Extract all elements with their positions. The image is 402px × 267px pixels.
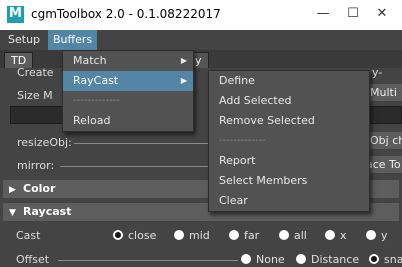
menu-item-label: Remove Selected bbox=[219, 114, 315, 127]
radio-icon bbox=[279, 230, 289, 240]
raycast-submenu: Define Add Selected Remove Selected ----… bbox=[208, 70, 370, 212]
menu-item-label: Define bbox=[219, 74, 255, 87]
radio-label: y bbox=[381, 229, 388, 242]
cast-option-x[interactable]: x bbox=[325, 229, 347, 243]
cast-option-close[interactable]: close bbox=[113, 229, 156, 243]
menu-setup[interactable]: Setup bbox=[3, 30, 45, 50]
radio-icon bbox=[366, 230, 376, 240]
cast-option-far[interactable]: far bbox=[229, 229, 259, 243]
menu-item-label: Clear bbox=[219, 194, 248, 207]
menu-item-reload[interactable]: Reload bbox=[63, 111, 193, 131]
collapse-arrow-icon: ▼ bbox=[9, 208, 16, 218]
menu-item-add-selected[interactable]: Add Selected bbox=[209, 91, 369, 111]
cast-option-mid[interactable]: mid bbox=[174, 229, 210, 243]
radio-label: close bbox=[128, 229, 157, 242]
radio-icon bbox=[296, 254, 306, 264]
menu-item-clear[interactable]: Clear bbox=[209, 191, 369, 211]
menu-item-label: Add Selected bbox=[219, 94, 292, 107]
offset-label: Offset bbox=[16, 253, 50, 266]
menu-item-label: Report bbox=[219, 154, 256, 167]
title-bar: cgmToolbox 2.0 - 0.1.08222017 — ☐ ✕ bbox=[0, 0, 402, 30]
raycast-section-label: Raycast bbox=[23, 205, 72, 218]
create-label: Create bbox=[17, 66, 54, 79]
menu-buffers[interactable]: Buffers bbox=[48, 30, 98, 50]
minimize-button[interactable]: — bbox=[313, 5, 333, 23]
offset-slider[interactable] bbox=[58, 260, 238, 261]
maximize-button[interactable]: ☐ bbox=[343, 5, 363, 23]
radio-selected-icon bbox=[113, 230, 123, 240]
cast-row: Cast close mid far all x y bbox=[0, 229, 402, 243]
radio-selected-icon bbox=[369, 254, 379, 264]
menu-item-raycast[interactable]: RayCast ▶ bbox=[63, 71, 193, 91]
right-field[interactable] bbox=[365, 106, 402, 124]
tab-bar: TD y bbox=[0, 50, 402, 69]
close-button[interactable]: ✕ bbox=[372, 5, 392, 23]
menu-item-label: Reload bbox=[73, 114, 111, 127]
mirror-label: mirror: bbox=[17, 159, 55, 172]
menu-item-define[interactable]: Define bbox=[209, 71, 369, 91]
submenu-arrow-icon: ▶ bbox=[180, 76, 187, 85]
radio-icon bbox=[174, 230, 184, 240]
right-y-label: y- bbox=[372, 66, 383, 79]
expand-arrow-icon: ▶ bbox=[9, 185, 16, 195]
menu-item-match[interactable]: Match ▶ bbox=[63, 51, 193, 71]
menu-item-report[interactable]: Report bbox=[209, 151, 369, 171]
obj-button[interactable]: Obj ch bbox=[366, 132, 402, 149]
radio-label: mid bbox=[189, 229, 210, 242]
color-section-label: Color bbox=[23, 182, 56, 195]
menu-separator: ------------- bbox=[73, 95, 120, 106]
menu-item-remove-selected[interactable]: Remove Selected bbox=[209, 111, 369, 131]
menubar: Setup Buffers bbox=[0, 30, 402, 50]
radio-icon bbox=[241, 254, 251, 264]
radio-label: None bbox=[256, 253, 285, 266]
menu-item-label: RayCast bbox=[73, 74, 119, 87]
menu-item-select-members[interactable]: Select Members bbox=[209, 171, 369, 191]
multi-button[interactable]: Multi bbox=[366, 84, 402, 101]
size-label: Size M bbox=[17, 89, 53, 102]
buffers-menu: Match ▶ RayCast ▶ ------------- Reload bbox=[62, 50, 194, 132]
radio-icon bbox=[229, 230, 239, 240]
radio-label: x bbox=[340, 229, 347, 242]
radio-label: sna bbox=[384, 253, 402, 266]
radio-label: all bbox=[294, 229, 307, 242]
cast-option-y[interactable]: y bbox=[366, 229, 388, 243]
submenu-arrow-icon: ▶ bbox=[180, 56, 187, 65]
cast-option-all[interactable]: all bbox=[279, 229, 307, 243]
menu-separator: ------------- bbox=[219, 135, 266, 146]
resize-obj-label: resizeObj: bbox=[17, 136, 72, 149]
maya-app-icon bbox=[7, 6, 24, 23]
cast-label: Cast bbox=[16, 229, 41, 242]
radio-icon bbox=[325, 230, 335, 240]
radio-label: far bbox=[244, 229, 260, 242]
menu-item-label: Select Members bbox=[219, 174, 308, 187]
menu-item-label: Match bbox=[73, 54, 107, 67]
radio-label: Distance bbox=[311, 253, 360, 266]
window-title: cgmToolbox 2.0 - 0.1.08222017 bbox=[31, 7, 221, 21]
